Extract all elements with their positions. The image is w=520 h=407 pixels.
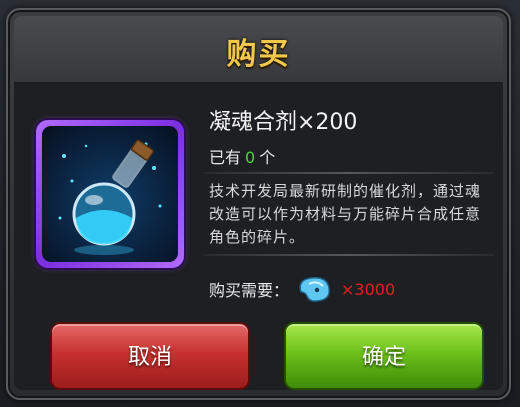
dialog-header: 购买 (14, 16, 503, 84)
item-icon-frame (36, 120, 184, 268)
confirm-button[interactable]: 确定 (284, 322, 484, 390)
dialog-title: 购买 (226, 37, 291, 72)
owned-prefix: 已有 (209, 148, 242, 167)
owned-count: 已有 0 个 (209, 144, 275, 168)
soul-currency-icon (299, 276, 331, 302)
divider (204, 254, 494, 256)
item-description: 技术开发局最新研制的催化剂，通过魂改造可以作为材料与万能碎片合成任意角色的碎片。 (209, 182, 482, 246)
cancel-button[interactable]: 取消 (50, 322, 250, 390)
dialog-body: 凝魂合剂×200 已有 0 个 技术开发局最新研制的催化剂，通过魂改造可以作为材料与… (14, 84, 503, 390)
divider (204, 172, 494, 174)
cost-label: 购买需要： (209, 281, 290, 300)
owned-number: 0 (245, 148, 256, 167)
purchase-dialog: 购买 凝魂合剂×200 已有 0 个 技术开发局最新研制的催化剂，通过魂改造可以… (6, 8, 511, 400)
owned-suffix: 个 (259, 148, 276, 167)
cost-row: 购买需要： ×3000 (209, 274, 395, 304)
item-name: 凝魂合剂×200 (209, 110, 358, 135)
cost-amount: ×3000 (341, 279, 396, 299)
potion-flask-icon (42, 126, 178, 262)
